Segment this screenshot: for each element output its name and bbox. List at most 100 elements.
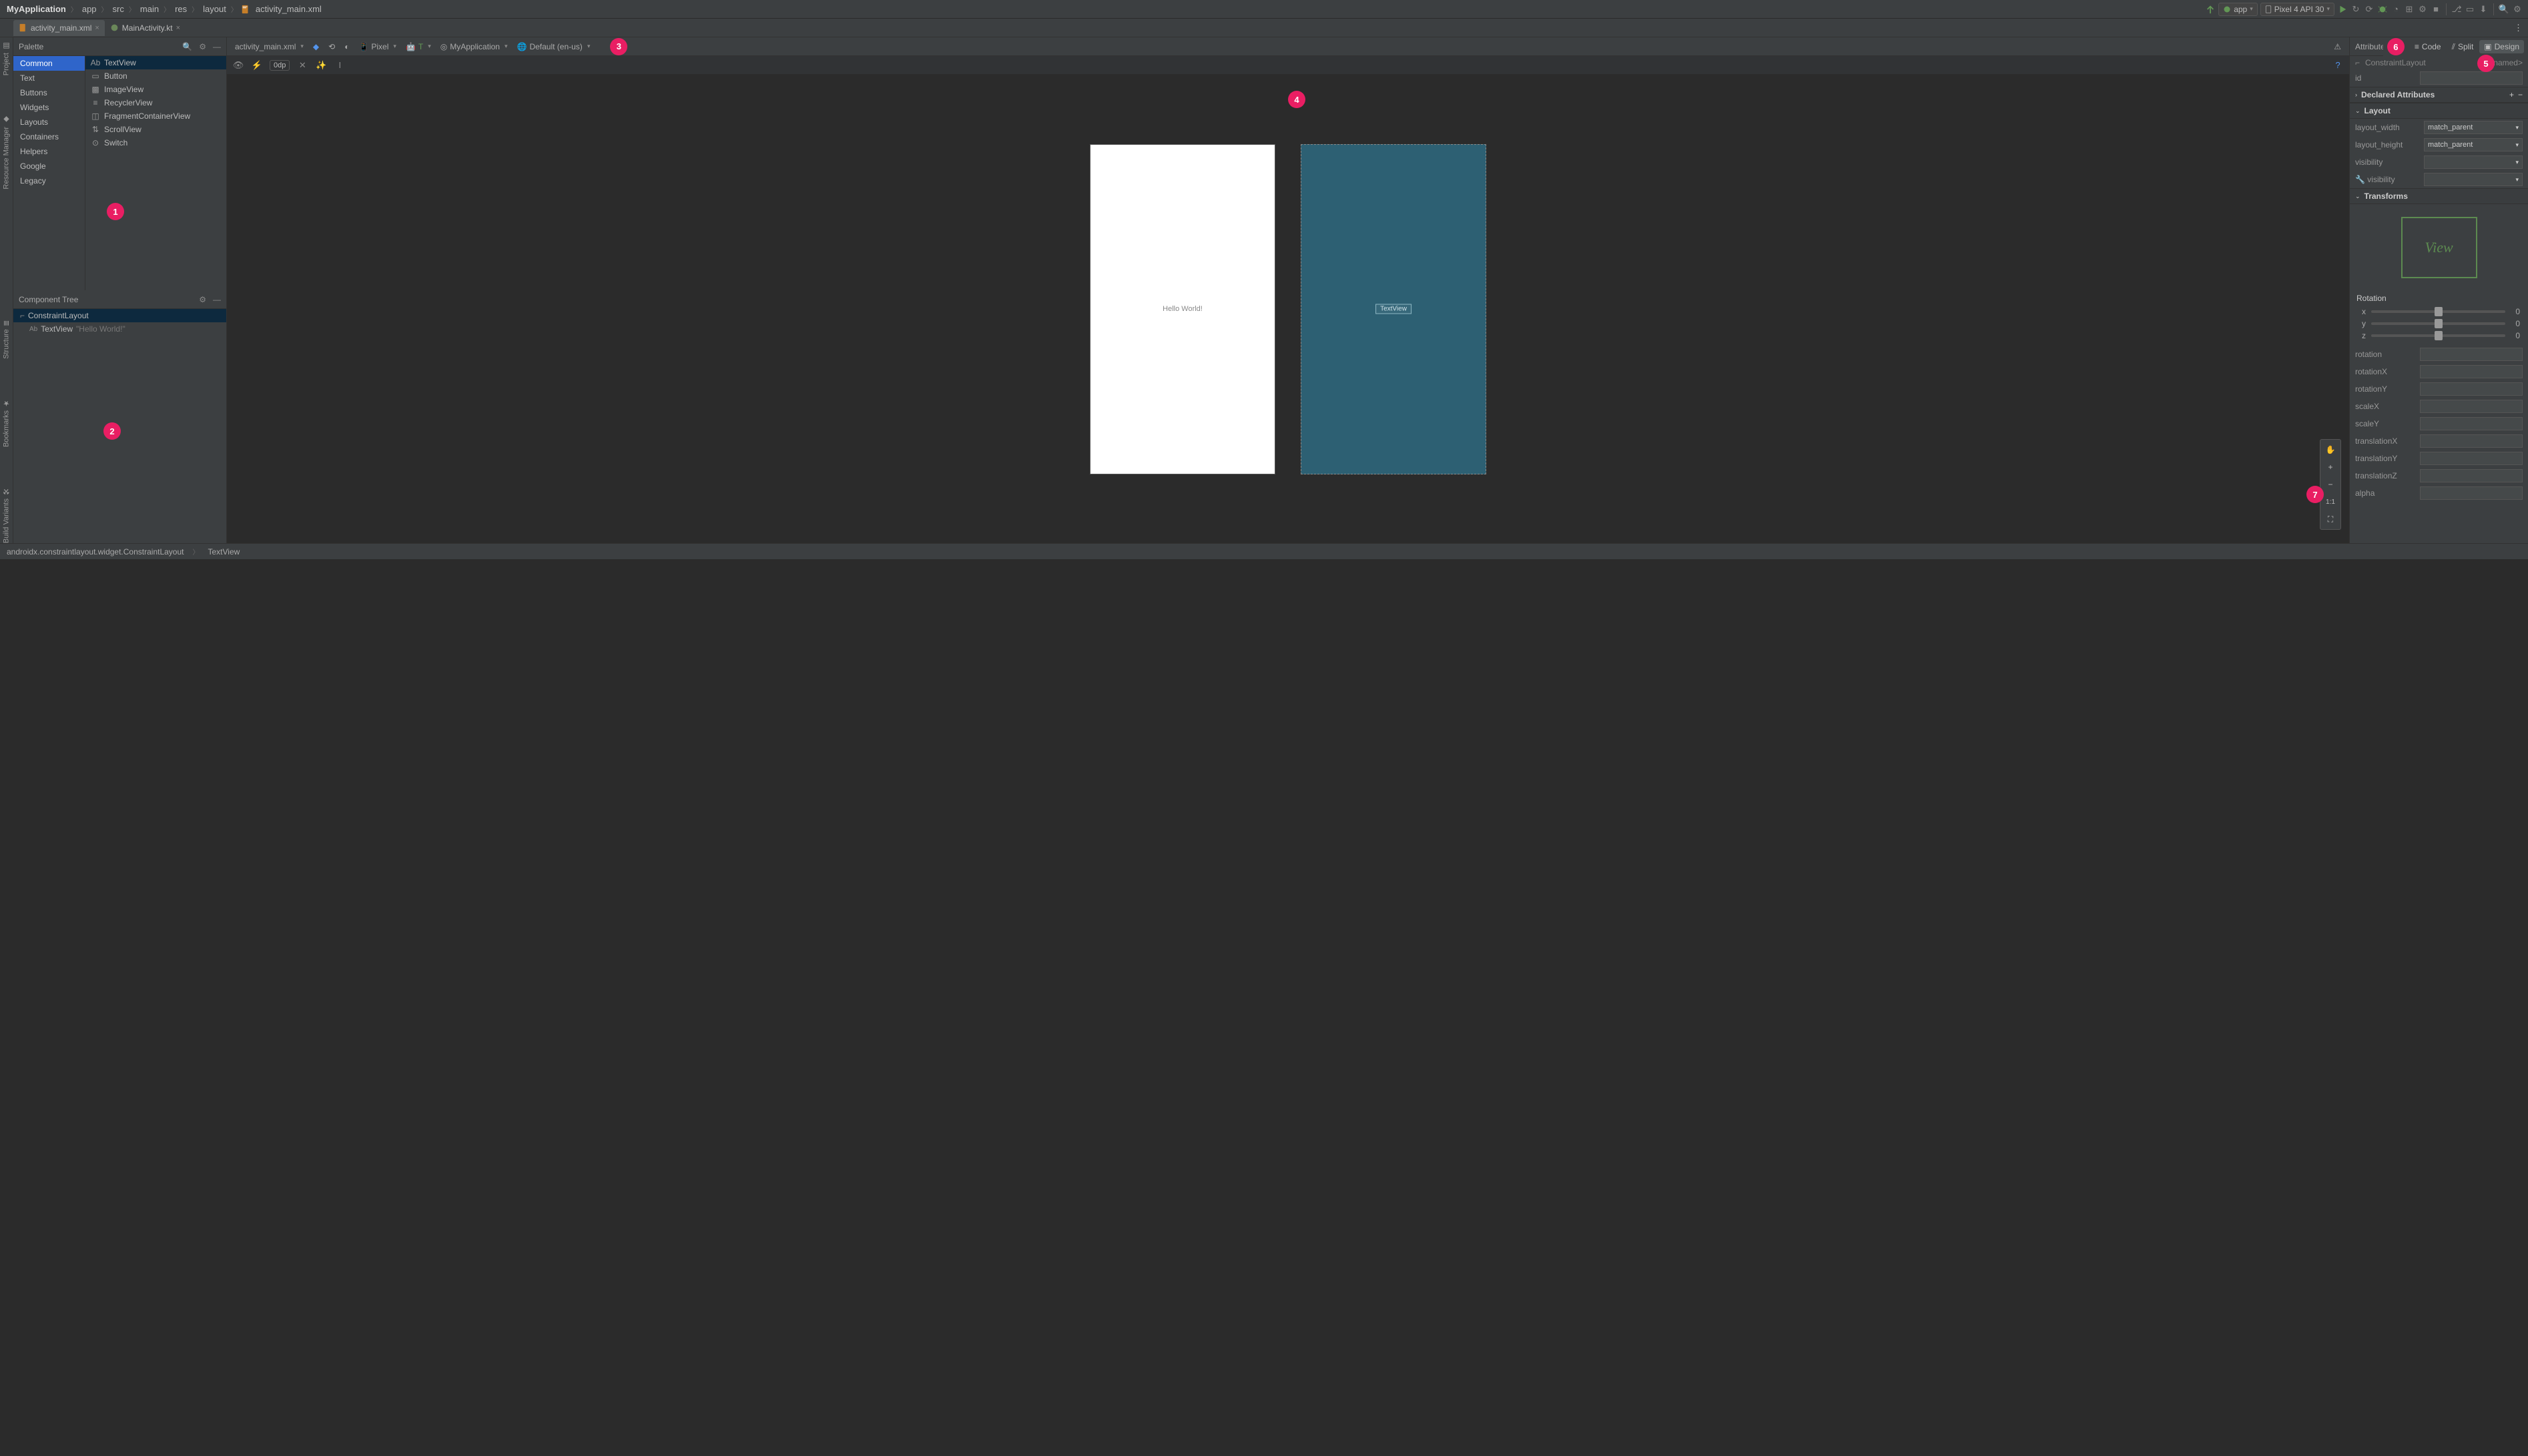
status-sub[interactable]: TextView: [208, 547, 240, 557]
search-icon[interactable]: 🔍: [182, 42, 192, 51]
apply-changes-icon[interactable]: ↻: [2350, 4, 2361, 15]
infer-constraints-icon[interactable]: ✨: [315, 59, 327, 71]
gear-icon[interactable]: ⚙: [199, 42, 206, 51]
device-selector[interactable]: Pixel 4 API 30 ▾: [2260, 3, 2334, 16]
rail-project[interactable]: Project ▤: [2, 41, 11, 75]
run-config-selector[interactable]: app ▾: [2218, 3, 2258, 16]
view-mode-split[interactable]: ⫽ Split: [2447, 40, 2479, 54]
palette-cat-common[interactable]: Common: [13, 56, 85, 71]
palette-item-textview[interactable]: AbTextView: [85, 56, 226, 69]
debug-button[interactable]: [2377, 4, 2388, 15]
translationy-input[interactable]: [2420, 452, 2523, 465]
palette-cat-legacy[interactable]: Legacy: [13, 173, 85, 188]
palette-item-fragmentcontainer[interactable]: ◫FragmentContainerView: [85, 109, 226, 123]
more-menu-icon[interactable]: ⋮: [2514, 23, 2523, 33]
orientation-icon[interactable]: ⟲: [326, 42, 338, 51]
remove-attribute-icon[interactable]: −: [2518, 90, 2523, 99]
apply-code-icon[interactable]: ⟳: [2364, 4, 2375, 15]
palette-cat-widgets[interactable]: Widgets: [13, 100, 85, 115]
settings-icon[interactable]: ⚙: [2512, 4, 2523, 15]
palette-item-switch[interactable]: ⊙Switch: [85, 136, 226, 149]
rotationy-input[interactable]: [2420, 382, 2523, 396]
crumb-project[interactable]: MyApplication: [5, 4, 67, 14]
zoom-out-button[interactable]: −: [2323, 477, 2338, 492]
close-icon[interactable]: ×: [176, 24, 180, 32]
margin-value[interactable]: 0dp: [270, 60, 290, 71]
crumb-file[interactable]: activity_main.xml: [254, 4, 323, 14]
declared-attributes-section[interactable]: › Declared Attributes + −: [2350, 87, 2528, 103]
device-preview-blueprint[interactable]: TextView: [1301, 144, 1486, 474]
help-icon[interactable]: ?: [2332, 59, 2344, 71]
rotation-y-slider[interactable]: [2371, 322, 2505, 325]
palette-cat-containers[interactable]: Containers: [13, 129, 85, 144]
clear-constraints-icon[interactable]: ✕: [296, 59, 308, 71]
id-input[interactable]: [2420, 71, 2523, 85]
rail-bookmarks[interactable]: Bookmarks ★: [2, 399, 11, 447]
zoom-reset-button[interactable]: 1:1: [2323, 494, 2338, 509]
tree-row-textview[interactable]: Ab TextView "Hello World!": [13, 322, 226, 336]
zoom-in-button[interactable]: +: [2323, 460, 2338, 474]
zoom-fit-button[interactable]: ⛶: [2323, 512, 2338, 526]
profiler-icon[interactable]: ◔: [2391, 4, 2401, 15]
rotation-z-slider[interactable]: [2371, 334, 2505, 337]
visibility-select[interactable]: ▾: [2424, 155, 2523, 169]
sync-icon[interactable]: [2205, 4, 2216, 15]
layout-width-select[interactable]: match_parent▾: [2424, 121, 2523, 134]
api-dropdown[interactable]: 🤖 T: [403, 42, 434, 51]
magnet-icon[interactable]: ⚡: [251, 59, 263, 71]
tab-activity-main[interactable]: activity_main.xml ×: [13, 20, 105, 36]
palette-cat-google[interactable]: Google: [13, 159, 85, 173]
theme-dropdown[interactable]: ◎ MyApplication: [438, 42, 511, 51]
scaley-input[interactable]: [2420, 417, 2523, 430]
rotation-input[interactable]: [2420, 348, 2523, 361]
rail-resource-manager[interactable]: Resource Manager ◆: [2, 115, 11, 190]
status-path[interactable]: androidx.constraintlayout.widget.Constra…: [7, 547, 184, 557]
minimize-icon[interactable]: —: [213, 295, 221, 304]
rotationx-input[interactable]: [2420, 365, 2523, 378]
palette-cat-buttons[interactable]: Buttons: [13, 85, 85, 100]
avd-icon[interactable]: ▭: [2465, 4, 2475, 15]
coverage-icon[interactable]: ⊞: [2404, 4, 2415, 15]
crumb-main[interactable]: main: [139, 4, 160, 14]
design-canvas[interactable]: 4 Hello World! TextView 7 ✋ + − 1:1 ⛶: [227, 75, 2349, 543]
tab-mainactivity[interactable]: MainActivity.kt ×: [105, 20, 186, 36]
translationz-input[interactable]: [2420, 469, 2523, 482]
minimize-icon[interactable]: —: [213, 42, 221, 51]
pan-button[interactable]: ✋: [2323, 442, 2338, 457]
layout-section[interactable]: ⌄ Layout: [2350, 103, 2528, 119]
gear-icon[interactable]: ⚙: [199, 295, 206, 304]
rail-structure[interactable]: Structure ≣: [2, 320, 11, 359]
palette-item-scrollview[interactable]: ⇅ScrollView: [85, 123, 226, 136]
palette-cat-text[interactable]: Text: [13, 71, 85, 85]
palette-cat-layouts[interactable]: Layouts: [13, 115, 85, 129]
tree-row-constraintlayout[interactable]: ⌐ ConstraintLayout: [13, 309, 226, 322]
tools-visibility-select[interactable]: ▾: [2424, 173, 2523, 186]
crumb-res[interactable]: res: [174, 4, 188, 14]
stop-icon[interactable]: ■: [2431, 4, 2441, 15]
alpha-input[interactable]: [2420, 486, 2523, 500]
add-attribute-icon[interactable]: +: [2509, 90, 2514, 99]
rotation-x-slider[interactable]: [2371, 310, 2505, 313]
sdk-icon[interactable]: ⬇: [2478, 4, 2489, 15]
palette-item-imageview[interactable]: ▩ImageView: [85, 83, 226, 96]
blueprint-textview[interactable]: TextView: [1375, 304, 1411, 314]
device-preview-design[interactable]: Hello World!: [1090, 144, 1275, 474]
attach-debugger-icon[interactable]: ⚙: [2417, 4, 2428, 15]
eye-icon[interactable]: 👁: [232, 59, 244, 71]
git-icon[interactable]: ⎇: [2451, 4, 2462, 15]
view-mode-code[interactable]: ≡ Code: [2410, 40, 2446, 53]
translationx-input[interactable]: [2420, 434, 2523, 448]
palette-cat-helpers[interactable]: Helpers: [13, 144, 85, 159]
scalex-input[interactable]: [2420, 400, 2523, 413]
view-mode-design[interactable]: ▣ Design: [2479, 40, 2524, 53]
warnings-icon[interactable]: ⚠: [2331, 42, 2344, 51]
design-file-dropdown[interactable]: activity_main.xml: [232, 42, 306, 51]
transforms-section[interactable]: ⌄ Transforms: [2350, 188, 2528, 204]
crumb-layout[interactable]: layout: [202, 4, 228, 14]
run-button[interactable]: [2337, 4, 2348, 15]
palette-item-recyclerview[interactable]: ≡RecyclerView: [85, 96, 226, 109]
crumb-src[interactable]: src: [111, 4, 125, 14]
rail-build-variants[interactable]: Build Variants ⚒: [2, 487, 11, 543]
crumb-app[interactable]: app: [81, 4, 98, 14]
layout-height-select[interactable]: match_parent▾: [2424, 138, 2523, 151]
